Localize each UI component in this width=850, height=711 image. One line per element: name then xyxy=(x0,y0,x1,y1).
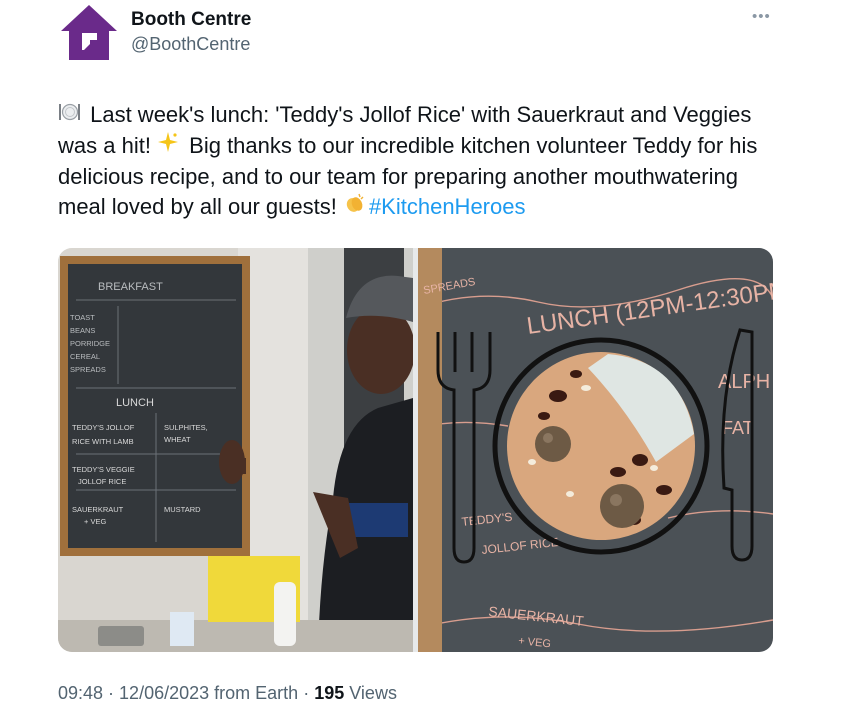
board-item-4: CEREAL xyxy=(70,352,100,361)
board-item-5: SPREADS xyxy=(70,365,106,374)
food-plate-photo: SPREADS LUNCH (12PM-12:30PM) TEDDY'S JOL… xyxy=(417,248,773,652)
post-time[interactable]: 09:48 xyxy=(58,683,103,703)
clapping-hands-icon xyxy=(343,192,365,223)
board-allergens3: MUSTARD xyxy=(164,505,201,514)
photo-left[interactable]: BREAKFAST TOAST BEANS PORRIDGE CEREAL SP… xyxy=(58,248,415,652)
post-metadata: 09:48 · 12/06/2023 from Earth · 195 View… xyxy=(58,683,397,703)
board-item-2: BEANS xyxy=(70,326,95,335)
board-item-1: TOAST xyxy=(70,313,95,322)
board-dish1-line2: RICE WITH LAMB xyxy=(72,437,134,446)
post-date[interactable]: 12/06/2023 xyxy=(119,683,209,703)
views-label: Views xyxy=(349,683,397,703)
board-dish3-line1: SAUERKRAUT xyxy=(72,505,124,514)
media-gallery: BREAKFAST TOAST BEANS PORRIDGE CEREAL SP… xyxy=(58,248,773,652)
plate-icon xyxy=(58,101,80,131)
booth-centre-logo xyxy=(61,5,117,60)
handle[interactable]: @BoothCentre xyxy=(131,34,250,55)
display-name[interactable]: Booth Centre xyxy=(131,9,251,31)
board-dish3-line2: + VEG xyxy=(84,517,106,526)
post-source: from Earth xyxy=(214,683,299,703)
tweet: Booth Centre @BoothCentre ••• Last week'… xyxy=(0,0,850,711)
board-breakfast-heading: BREAKFAST xyxy=(98,281,163,293)
photo-right[interactable]: SPREADS LUNCH (12PM-12:30PM) TEDDY'S JOL… xyxy=(417,248,773,652)
board-allergens1-line1: SULPHITES, xyxy=(164,423,208,432)
board-dish1-line1: TEDDY'S JOLLOF xyxy=(72,423,135,432)
hashtag-link[interactable]: #KitchenHeroes xyxy=(369,194,526,219)
post-text: Last week's lunch: 'Teddy's Jollof Rice'… xyxy=(58,100,788,223)
more-options-icon[interactable]: ••• xyxy=(752,8,771,25)
sparkle-icon xyxy=(157,131,179,162)
menu-board-photo: BREAKFAST TOAST BEANS PORRIDGE CEREAL SP… xyxy=(58,248,415,652)
board-item-3: PORRIDGE xyxy=(70,339,110,348)
board-dish2-line2: JOLLOF RICE xyxy=(78,477,126,486)
board-lunch-heading: LUNCH xyxy=(116,397,154,409)
board-right-side-text2: FAT xyxy=(722,418,754,438)
views-count[interactable]: 195 xyxy=(314,683,344,703)
board-dish2-line1: TEDDY'S VEGGIE xyxy=(72,465,135,474)
avatar[interactable] xyxy=(60,4,118,62)
board-allergens1-line2: WHEAT xyxy=(164,435,191,444)
